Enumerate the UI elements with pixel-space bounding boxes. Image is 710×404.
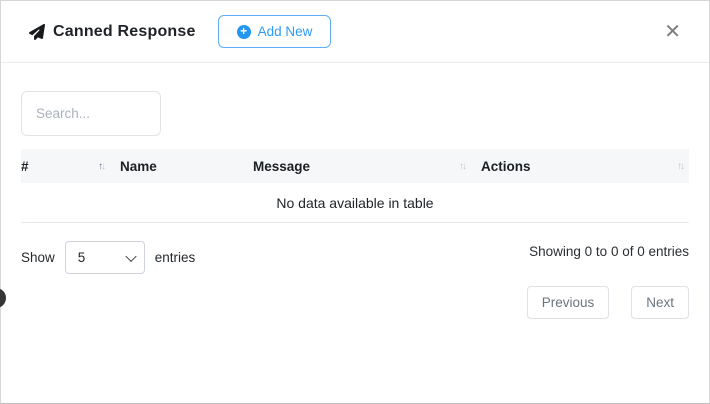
previous-button[interactable]: Previous bbox=[527, 286, 610, 319]
column-label: Message bbox=[253, 159, 310, 174]
column-header-name[interactable]: Name bbox=[108, 149, 243, 183]
column-label: # bbox=[21, 159, 29, 174]
modal-header: Canned Response + Add New ✕ bbox=[1, 1, 709, 63]
modal-title: Canned Response bbox=[53, 23, 196, 41]
paper-plane-icon bbox=[29, 24, 45, 40]
modal-body: # ↑↓ Name Message ↑↓ Actions ↑↓ No data … bbox=[1, 63, 709, 319]
canned-response-table: # ↑↓ Name Message ↑↓ Actions ↑↓ No data … bbox=[21, 149, 689, 223]
add-new-button[interactable]: + Add New bbox=[218, 15, 332, 48]
table-header-row: # ↑↓ Name Message ↑↓ Actions ↑↓ bbox=[21, 149, 689, 183]
sort-icon[interactable]: ↑↓ bbox=[677, 161, 687, 172]
close-icon[interactable]: ✕ bbox=[658, 18, 687, 46]
sort-icon[interactable]: ↑↓ bbox=[459, 161, 469, 172]
next-button[interactable]: Next bbox=[631, 286, 689, 319]
column-header-number[interactable]: # ↑↓ bbox=[21, 149, 108, 183]
page-length-select[interactable]: 5 bbox=[66, 242, 144, 273]
column-header-message[interactable]: Message ↑↓ bbox=[243, 149, 469, 183]
search-input[interactable] bbox=[21, 91, 161, 136]
entries-label: entries bbox=[155, 250, 196, 265]
plus-circle-icon: + bbox=[237, 25, 251, 39]
add-new-label: Add New bbox=[258, 24, 313, 39]
table-info-text: Showing 0 to 0 of 0 entries bbox=[529, 244, 689, 259]
column-label: Actions bbox=[481, 159, 531, 174]
pagination: Previous Next bbox=[21, 286, 689, 319]
column-header-actions[interactable]: Actions ↑↓ bbox=[469, 149, 689, 183]
title-wrap: Canned Response bbox=[29, 23, 196, 41]
show-label: Show bbox=[21, 250, 55, 265]
table-controls-row: Show 5 entries Showing 0 to 0 of 0 entri… bbox=[21, 241, 689, 274]
page-length-select-wrap: 5 bbox=[65, 241, 145, 274]
column-label: Name bbox=[120, 159, 157, 174]
sort-icon[interactable]: ↑↓ bbox=[98, 161, 108, 172]
table-empty-message: No data available in table bbox=[21, 183, 689, 223]
